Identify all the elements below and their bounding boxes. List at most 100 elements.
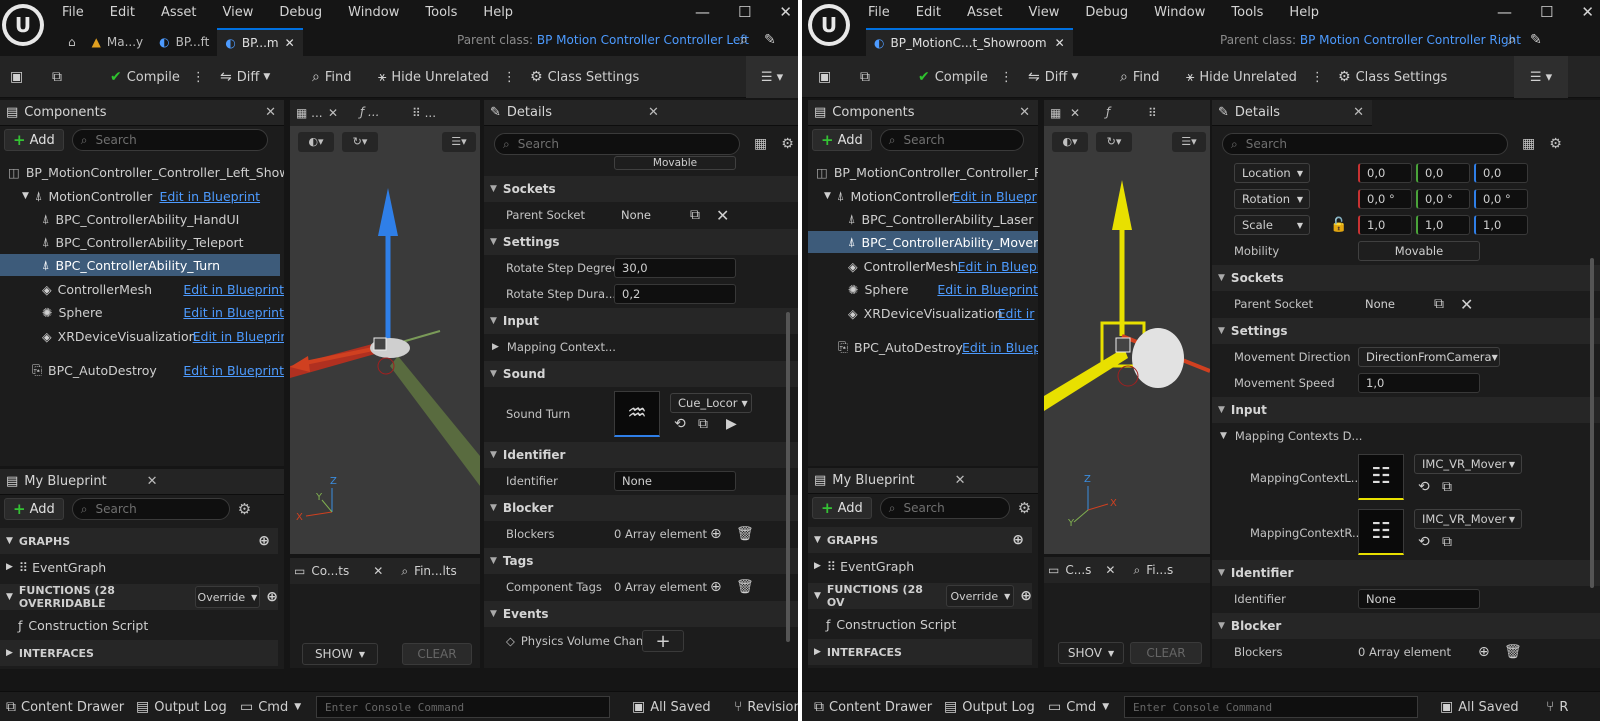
clear-button[interactable]: CLEAR bbox=[1130, 642, 1202, 664]
edit-in-blueprint-link[interactable]: Edit in Blueprint bbox=[159, 189, 260, 204]
hide-unrelated-button[interactable]: ⚹ Hide Unrelated ⋮ bbox=[378, 56, 516, 98]
all-saved-button[interactable]: ▣ All Saved bbox=[632, 692, 711, 721]
component-controllermesh[interactable]: ◈ ControllerMesh Edit in Blueprint bbox=[0, 278, 284, 300]
menu-asset[interactable]: Asset bbox=[967, 5, 1003, 20]
add-graph-icon[interactable]: ⊕ bbox=[1012, 532, 1024, 548]
browse-button[interactable]: ⧉ bbox=[52, 56, 67, 98]
mapping-left-dropdown[interactable]: IMC_VR_Mover ▼ bbox=[1414, 454, 1522, 474]
rotation-x-input[interactable]: 0,0 ° bbox=[1358, 189, 1412, 209]
blocker-section[interactable]: ▼ Blocker bbox=[1212, 613, 1600, 639]
input-mapping-icon[interactable]: ☷ bbox=[1358, 454, 1404, 500]
components-search-input[interactable]: ⌕ Search bbox=[71, 129, 268, 151]
use-selected-icon[interactable]: ⟲ bbox=[1418, 534, 1430, 550]
maximize-icon[interactable]: ☐ bbox=[1540, 3, 1553, 21]
component-turn[interactable]: ⍋ BPC_ControllerAbility_Turn bbox=[0, 254, 280, 276]
browse-socket-icon[interactable]: ⧉ bbox=[690, 207, 700, 223]
component-controllermesh[interactable]: ◈ ControllerMesh Edit in Bluepr bbox=[808, 255, 1038, 277]
location-y-input[interactable]: 0,0 bbox=[1416, 163, 1470, 183]
graphs-section[interactable]: ▼ GRAPHS ⊕ bbox=[808, 527, 1032, 553]
component-teleport[interactable]: ⍋ BPC_ControllerAbility_Teleport bbox=[0, 231, 284, 253]
function-tab-icon[interactable]: ƒ bbox=[1106, 105, 1110, 119]
component-movement[interactable]: ⍋ BPC_ControllerAbility_Movem bbox=[808, 231, 1038, 253]
menu-edit[interactable]: Edit bbox=[110, 5, 135, 20]
component-handui[interactable]: ⍋ BPC_ControllerAbility_HandUI bbox=[0, 208, 284, 230]
edit-in-blueprint-link[interactable]: Edit ir bbox=[998, 306, 1035, 321]
browse-asset-icon[interactable]: ⧉ bbox=[1442, 479, 1452, 495]
more-icon[interactable]: ⋮ bbox=[503, 70, 516, 85]
component-sphere[interactable]: ✺ Sphere Edit in Blueprint bbox=[0, 301, 284, 323]
rotation-dropdown[interactable]: Rotation ▼ bbox=[1234, 189, 1310, 209]
identifier-section[interactable]: ▼ Identifier bbox=[1212, 560, 1600, 586]
diff-button[interactable]: ⇋ Diff ▼ bbox=[220, 56, 270, 98]
functions-section[interactable]: ▼ FUNCTIONS (28 OVERRIDABLE Override ▼ ⊕ bbox=[0, 584, 278, 610]
close-tab-icon[interactable]: ✕ bbox=[1105, 563, 1115, 577]
add-element-icon[interactable]: ⊕ bbox=[710, 579, 722, 595]
menu-window[interactable]: Window bbox=[348, 5, 399, 20]
functions-section[interactable]: ▼ FUNCTIONS (28 OV Override ▼ ⊕ bbox=[808, 583, 1032, 609]
grid-icon[interactable]: ▦ bbox=[754, 136, 767, 152]
menu-tools[interactable]: Tools bbox=[425, 5, 457, 20]
compile-button[interactable]: ✔ Compile ⋮ bbox=[110, 56, 205, 98]
graphs-section[interactable]: ▼ GRAPHS ⊕ bbox=[0, 528, 278, 554]
component-motioncontroller[interactable]: ▼ ⍋ MotionController Edit in Blueprint bbox=[0, 185, 284, 207]
viewport-menu-button[interactable]: ☰▾ bbox=[1172, 132, 1206, 152]
event-graph-item[interactable]: ▶ ⠿ EventGraph bbox=[0, 556, 284, 578]
browse-asset-icon[interactable]: ⧉ bbox=[1442, 534, 1452, 550]
mapping-right-dropdown[interactable]: IMC_VR_Mover ▼ bbox=[1414, 509, 1522, 529]
viewport-options-button[interactable]: ◐▾ bbox=[1052, 132, 1088, 152]
output-log-button[interactable]: ▤ Output Log bbox=[944, 692, 1035, 721]
minimize-icon[interactable]: — bbox=[695, 3, 710, 21]
edit-in-blueprint-link[interactable]: Edit in Blueprint bbox=[183, 305, 284, 320]
home-tab[interactable]: ⌂ bbox=[60, 28, 84, 56]
parent-socket-value[interactable]: None bbox=[614, 205, 686, 225]
identifier-input[interactable]: None bbox=[614, 471, 736, 491]
blueprint-search-input[interactable]: ⌕ Search bbox=[879, 497, 1010, 519]
rotate-step-degree-input[interactable]: 30,0 bbox=[614, 258, 736, 278]
browse-button[interactable]: ⧉ bbox=[860, 56, 875, 98]
close-tab-icon[interactable]: ✕ bbox=[285, 36, 295, 50]
close-panel-icon[interactable]: ✕ bbox=[265, 105, 276, 120]
menu-debug[interactable]: Debug bbox=[1085, 5, 1128, 20]
component-sphere[interactable]: ✺ Sphere Edit in Blueprint bbox=[808, 278, 1038, 300]
clear-socket-icon[interactable]: ✕ bbox=[1460, 295, 1473, 314]
cmd-dropdown[interactable]: ▭ Cmd ▼ bbox=[240, 692, 301, 721]
search-icon[interactable]: ⌕ bbox=[1508, 32, 1516, 48]
add-element-icon[interactable]: ⊕ bbox=[710, 526, 722, 542]
console-command-input[interactable]: Enter Console Command bbox=[1124, 696, 1418, 718]
scale-z-input[interactable]: 1,0 bbox=[1474, 215, 1528, 235]
menu-view[interactable]: View bbox=[223, 5, 254, 20]
sound-asset-dropdown[interactable]: Cue_Locor ▼ bbox=[670, 393, 752, 413]
more-icon[interactable]: ⋮ bbox=[192, 70, 205, 85]
add-graph-icon[interactable]: ⊕ bbox=[258, 533, 270, 549]
unreal-logo[interactable]: U bbox=[2, 4, 44, 46]
close-tab-icon[interactable]: ✕ bbox=[328, 106, 338, 120]
tags-section[interactable]: ▼ Tags bbox=[484, 548, 798, 574]
sockets-section[interactable]: ▼ Sockets bbox=[1212, 265, 1600, 291]
clear-button[interactable]: CLEAR bbox=[402, 643, 472, 665]
viewport[interactable]: Z Y X ◐▾ ↻▾ ☰▾ bbox=[290, 126, 480, 554]
close-tab-icon[interactable]: ✕ bbox=[1070, 106, 1080, 120]
sound-wave-icon[interactable]: ♒ bbox=[614, 391, 660, 437]
add-function-icon[interactable]: ⊕ bbox=[1020, 588, 1032, 604]
compile-button[interactable]: ✔ Compile ⋮ bbox=[918, 56, 1013, 98]
clear-socket-icon[interactable]: ✕ bbox=[716, 206, 729, 225]
viewport-tab-icon[interactable]: ▦ ... bbox=[296, 106, 323, 120]
edit-in-blueprint-link[interactable]: Edit in Bluepr bbox=[952, 189, 1036, 204]
component-xrdevice[interactable]: ◈ XRDeviceVisualization Edit ir bbox=[808, 302, 1038, 324]
component-motioncontroller[interactable]: ▼ ⍋ MotionController Edit in Bluepr bbox=[808, 185, 1038, 207]
details-scrollbar[interactable] bbox=[786, 312, 790, 642]
viewport-rotate-button[interactable]: ↻▾ bbox=[342, 132, 378, 152]
events-section[interactable]: ▼ Events bbox=[484, 601, 798, 627]
hamburger-menu-button[interactable]: ☰ ▾ bbox=[746, 56, 798, 98]
details-scrollbar[interactable] bbox=[1590, 258, 1594, 588]
movement-direction-dropdown[interactable]: DirectionFromCamera ▼ bbox=[1358, 347, 1500, 367]
settings-section[interactable]: ▼ Settings bbox=[484, 229, 798, 255]
maximize-icon[interactable]: ☐ bbox=[738, 3, 751, 21]
revision-control-button[interactable]: ⑂ R bbox=[1546, 692, 1568, 721]
location-x-input[interactable]: 0,0 bbox=[1358, 163, 1412, 183]
content-drawer-button[interactable]: ⧉ Content Drawer bbox=[814, 692, 932, 721]
trash-icon[interactable]: 🗑 bbox=[736, 526, 754, 542]
function-tab-icon[interactable]: ƒ ... bbox=[360, 105, 379, 119]
component-xrdevice[interactable]: ◈ XRDeviceVisualization Edit in Blueprin bbox=[0, 325, 284, 347]
menu-file[interactable]: File bbox=[868, 5, 890, 20]
